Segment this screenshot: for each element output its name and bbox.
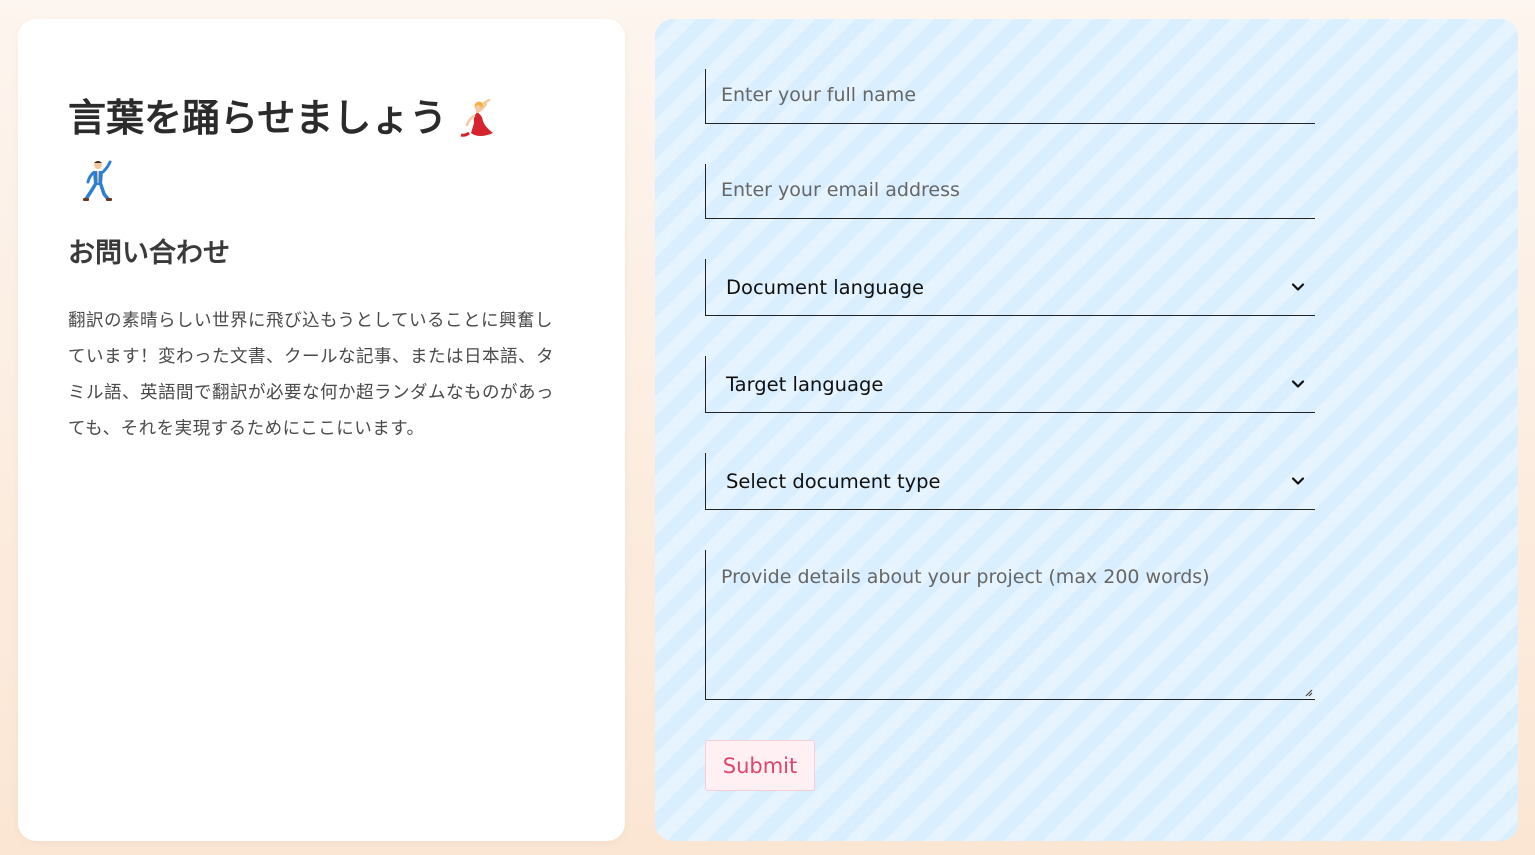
chevron-down-icon (1291, 477, 1305, 485)
full-name-input[interactable] (706, 69, 1315, 122)
project-details-field-wrapper (705, 550, 1315, 700)
resize-handle-icon[interactable] (1303, 687, 1313, 697)
chevron-down-icon (1291, 283, 1305, 291)
intro-description: 翻訳の素晴らしい世界に飛び込もうとしていることに興奮しています！変わった文書、ク… (68, 311, 554, 439)
full-name-field-wrapper (705, 69, 1315, 124)
contact-form: Document language Target language Select… (655, 19, 1518, 841)
intro-panel: 言葉を踊らせましょう お問い合わせ 翻訳の素晴らしい世界に飛び込もうとしているこ… (18, 19, 625, 841)
document-type-select[interactable]: Select document type (705, 453, 1315, 510)
document-language-label: Document language (726, 275, 925, 299)
chevron-down-icon (1291, 380, 1305, 388)
email-input[interactable] (706, 164, 1315, 217)
project-details-textarea[interactable] (706, 550, 1315, 696)
page-title: 言葉を踊らせましょう (68, 89, 558, 205)
dancing-woman-icon (460, 98, 494, 137)
email-field-wrapper (705, 164, 1315, 219)
page-title-text: 言葉を踊らせましょう (68, 96, 448, 140)
submit-button[interactable]: Submit (705, 740, 815, 791)
target-language-label: Target language (726, 372, 884, 396)
contact-heading: お問い合わせ (68, 238, 230, 269)
target-language-select[interactable]: Target language (705, 356, 1315, 413)
document-language-select[interactable]: Document language (705, 259, 1315, 316)
document-type-label: Select document type (726, 469, 941, 493)
dancing-man-icon (83, 160, 112, 201)
